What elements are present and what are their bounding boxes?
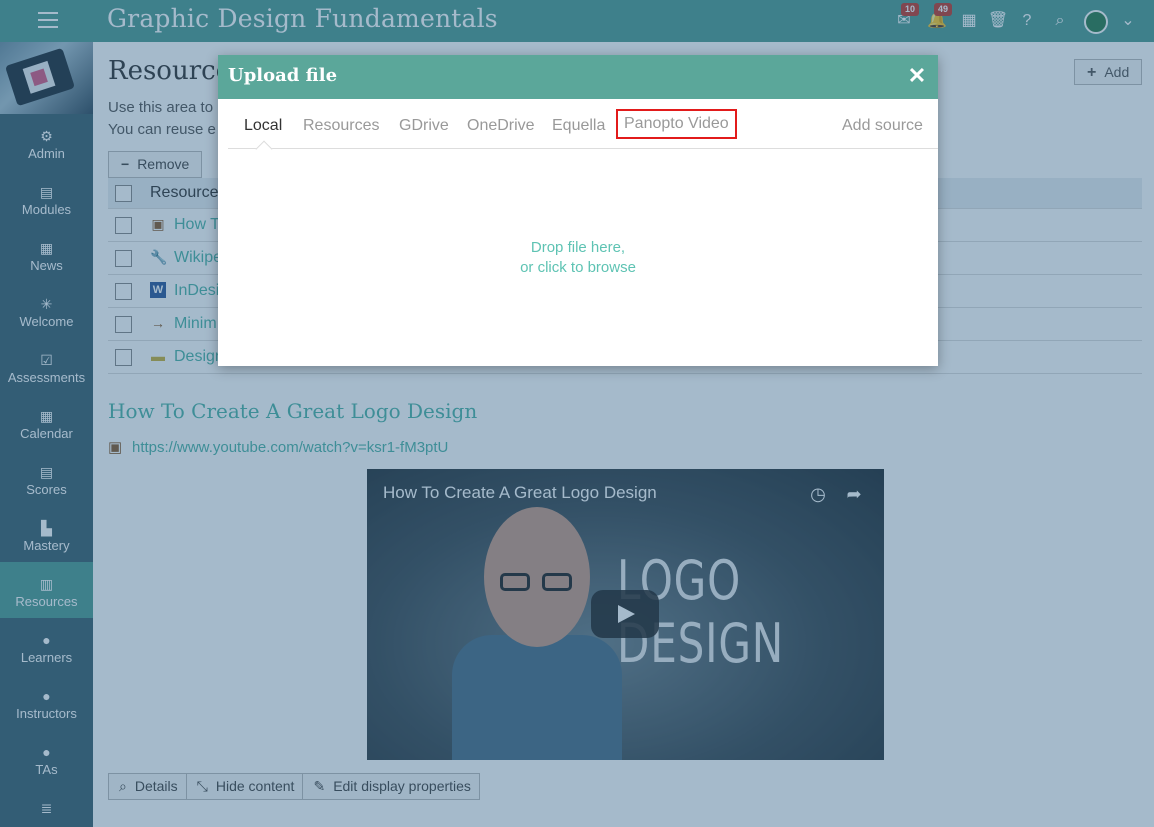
source-tabs: Local Resources GDrive OneDrive Equella … [228, 99, 938, 158]
close-icon[interactable]: ✕ [906, 64, 928, 88]
modal-header: Upload file ✕ [218, 55, 938, 99]
tab-gdrive[interactable]: GDrive [399, 115, 449, 137]
tab-resources[interactable]: Resources [303, 115, 379, 137]
upload-file-modal: Upload file ✕ Local Resources GDrive One… [218, 55, 938, 366]
tab-local[interactable]: Local [244, 115, 282, 137]
tab-equella[interactable]: Equella [552, 115, 605, 137]
modal-title: Upload file [228, 65, 338, 86]
add-source-link[interactable]: Add source [842, 115, 923, 137]
file-drop-zone[interactable]: Drop file here, or click to browse [218, 149, 938, 366]
tab-panopto-video[interactable]: Panopto Video [616, 109, 737, 139]
tab-onedrive[interactable]: OneDrive [467, 115, 535, 137]
